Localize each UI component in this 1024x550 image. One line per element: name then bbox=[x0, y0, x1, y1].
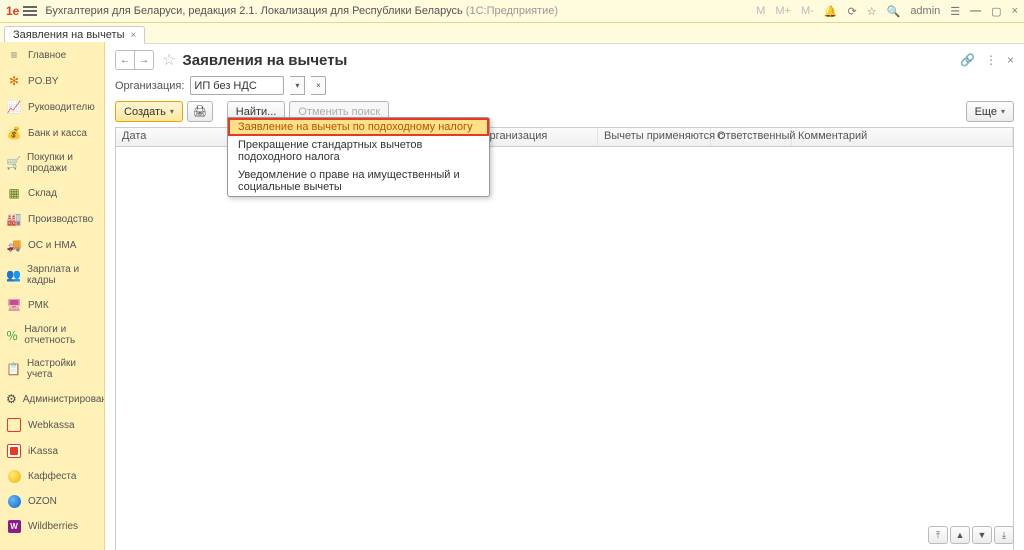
sidebar-item-wildberries[interactable]: WWildberries bbox=[0, 514, 104, 539]
window-minimize[interactable]: — bbox=[970, 5, 981, 17]
column-responsible[interactable]: Ответственный bbox=[711, 128, 792, 146]
organization-dropdown-icon[interactable]: ▾ bbox=[290, 76, 305, 95]
nav-back-button[interactable]: ← bbox=[115, 50, 135, 70]
window-titlebar: 1e Бухгалтерия для Беларуси, редакция 2.… bbox=[0, 0, 1024, 23]
sidebar-item-settings[interactable]: 📋Настройки учета bbox=[0, 352, 104, 386]
window-title: Бухгалтерия для Беларуси, редакция 2.1. … bbox=[45, 5, 756, 17]
dropdown-item-income-tax-deductions[interactable]: Заявление на вычеты по подоходному налог… bbox=[228, 118, 489, 136]
scroll-bottom-button[interactable]: ⤓ bbox=[994, 526, 1014, 544]
dropdown-item-stop-standard-deductions[interactable]: Прекращение стандартных вычетов подоходн… bbox=[228, 136, 489, 166]
scroll-top-button[interactable]: ⤒ bbox=[928, 526, 948, 544]
favorite-star-icon[interactable]: ☆ bbox=[162, 50, 176, 70]
menu-burger-icon[interactable] bbox=[23, 6, 37, 16]
create-button[interactable]: Создать▾ bbox=[115, 101, 183, 122]
sidebar-item-admin[interactable]: ⚙Администрирование bbox=[0, 386, 104, 412]
bell-icon[interactable]: 🔔 bbox=[824, 5, 838, 18]
print-button[interactable]: 🖨 bbox=[187, 101, 213, 122]
sidebar-item-pmk[interactable]: 🖥РМК bbox=[0, 292, 104, 318]
logo-1c: 1e bbox=[6, 4, 19, 18]
user-label[interactable]: admin bbox=[910, 5, 940, 17]
settings-icon[interactable]: ☰ bbox=[950, 5, 960, 18]
link-icon[interactable]: 🔗 bbox=[960, 53, 975, 67]
page-menu-icon[interactable]: ⋮ bbox=[985, 53, 997, 67]
sidebar-item-ozon[interactable]: OZON bbox=[0, 489, 104, 514]
favorites-icon[interactable]: ☆ bbox=[867, 5, 877, 18]
scroll-down-button[interactable]: ▼ bbox=[972, 526, 992, 544]
sidebar-item-webkassa[interactable]: Webkassa bbox=[0, 412, 104, 438]
sidebar-item-ikassa[interactable]: iKassa bbox=[0, 438, 104, 464]
page-close-icon[interactable]: × bbox=[1007, 53, 1014, 67]
page-title: Заявления на вычеты bbox=[182, 52, 960, 69]
sidebar-item-warehouse[interactable]: ▦Склад bbox=[0, 180, 104, 206]
create-dropdown-menu: Заявление на вычеты по подоходному налог… bbox=[227, 117, 490, 197]
sidebar-item-tax[interactable]: ％Налоги и отчетность bbox=[0, 318, 104, 352]
main-content: ← → ☆ Заявления на вычеты 🔗 ⋮ × Организа… bbox=[105, 42, 1024, 550]
tab-close-icon[interactable]: × bbox=[131, 30, 137, 41]
dropdown-item-property-social-deductions-notice[interactable]: Уведомление о праве на имущественный и с… bbox=[228, 166, 489, 196]
sidebar-item-kaffesta[interactable]: Каффеста bbox=[0, 464, 104, 489]
sidebar-item-poby[interactable]: ✻PO.BY bbox=[0, 68, 104, 94]
organization-label: Организация: bbox=[115, 80, 184, 92]
window-toolbar: M M+ M- 🔔 ⟳ ☆ 🔍 admin ☰ — ▢ × bbox=[756, 5, 1018, 18]
print-icon: 🖨 bbox=[193, 105, 207, 118]
organization-input[interactable]: ИП без НДС bbox=[190, 76, 284, 95]
organization-clear-icon[interactable]: × bbox=[311, 76, 326, 95]
sidebar-item-assets[interactable]: 🚚ОС и НМА bbox=[0, 232, 104, 258]
table-body-empty bbox=[116, 147, 1013, 550]
column-organization[interactable]: Организация bbox=[475, 128, 598, 146]
document-tabs: Заявления на вычеты × bbox=[0, 23, 1024, 44]
column-date[interactable]: Дата bbox=[116, 128, 239, 146]
list-scroll-buttons: ⤒ ▲ ▼ ⤓ bbox=[928, 526, 1014, 544]
scroll-up-button[interactable]: ▲ bbox=[950, 526, 970, 544]
nav-forward-button[interactable]: → bbox=[135, 50, 154, 70]
sidebar-item-sales[interactable]: 🛒Покупки и продажи bbox=[0, 146, 104, 180]
calc-m-plus[interactable]: M+ bbox=[775, 5, 791, 17]
sidebar-item-main[interactable]: ≡Главное bbox=[0, 42, 104, 68]
calc-m-minus[interactable]: M- bbox=[801, 5, 814, 17]
window-close[interactable]: × bbox=[1012, 5, 1018, 17]
tab-label: Заявления на вычеты bbox=[13, 29, 125, 41]
sidebar-item-payroll[interactable]: 👥Зарплата и кадры bbox=[0, 258, 104, 292]
calc-m[interactable]: M bbox=[756, 5, 765, 17]
sidebar-item-bank[interactable]: 💰Банк и касса bbox=[0, 120, 104, 146]
window-restore[interactable]: ▢ bbox=[991, 5, 1001, 18]
sidebar-item-production[interactable]: 🏭Производство bbox=[0, 206, 104, 232]
more-button[interactable]: Еще ▾ bbox=[966, 101, 1014, 122]
column-comment[interactable]: Комментарий bbox=[792, 128, 1013, 146]
search-icon[interactable]: 🔍 bbox=[887, 5, 901, 18]
sidebar-item-manager[interactable]: 📈Руководителю bbox=[0, 94, 104, 120]
navigation-sidebar: ≡Главное ✻PO.BY 📈Руководителю 💰Банк и ка… bbox=[0, 42, 105, 550]
history-icon[interactable]: ⟳ bbox=[848, 5, 857, 18]
column-deductions-from[interactable]: Вычеты применяются с bbox=[598, 128, 711, 146]
